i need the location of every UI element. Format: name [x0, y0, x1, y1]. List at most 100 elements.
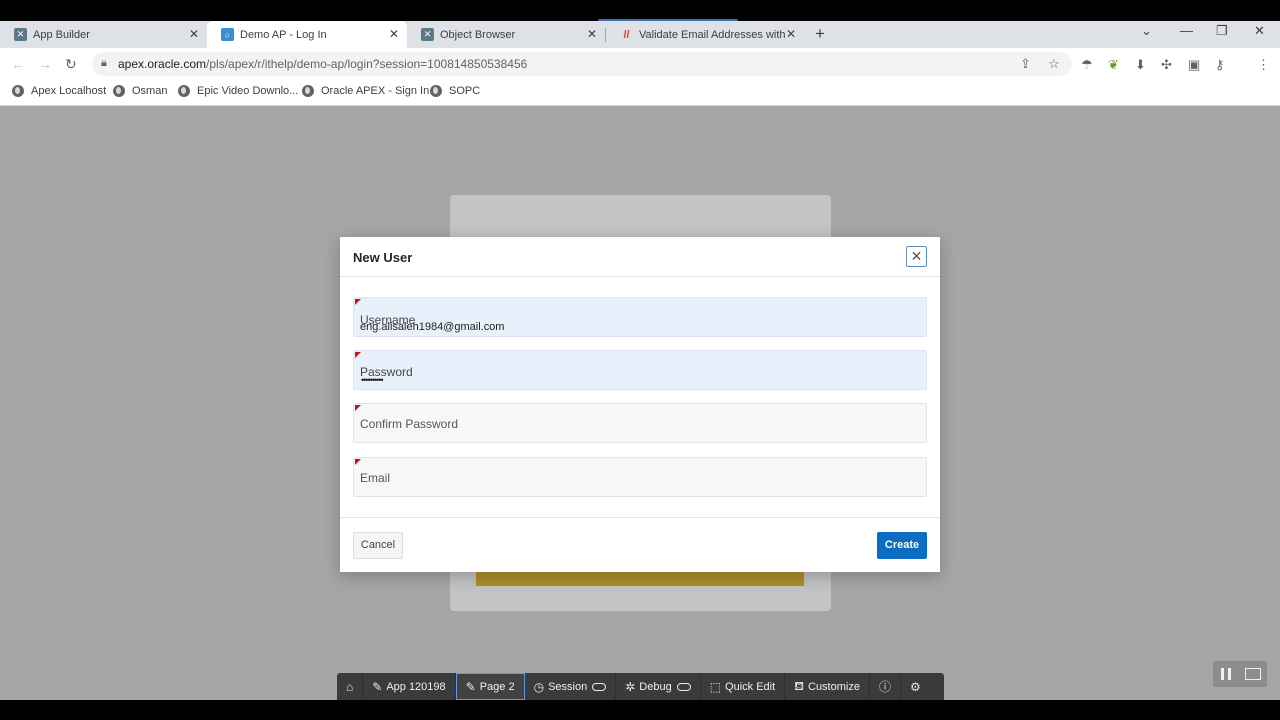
- bookmark-label: Osman: [132, 85, 168, 97]
- bookmarks-bar: Apex Localhost Osman Epic Video Downlo..…: [0, 81, 1280, 106]
- page-button[interactable]: ✎ Page 2: [455, 673, 525, 700]
- globe-icon: [302, 85, 314, 97]
- bookmark-label: SOPC: [449, 85, 481, 97]
- quick-edit-label: Quick Edit: [725, 680, 776, 693]
- session-label: Session: [548, 680, 588, 693]
- home-icon: ⌂: [346, 679, 354, 694]
- video-player-controls[interactable]: [1213, 661, 1267, 687]
- dialog-title: New User: [353, 250, 413, 265]
- bookmark-epic-video[interactable]: Epic Video Downlo...: [178, 85, 298, 97]
- page-edit-icon: ✎: [465, 679, 476, 694]
- page-label: Page 2: [479, 680, 515, 693]
- browser-toolbar: ← → ↻ 🔒︎ apex.oracle.com/pls/apex/r/ithe…: [0, 48, 1280, 81]
- home-button[interactable]: ⌂: [337, 673, 364, 700]
- forward-arrow-icon[interactable]: →: [38, 56, 52, 72]
- screen-icon: [1245, 668, 1261, 680]
- leaf-extension-icon[interactable]: ❦: [1108, 57, 1119, 73]
- bookmark-oracle-apex[interactable]: Oracle APEX - Sign In: [302, 85, 429, 97]
- restore-icon[interactable]: ❐: [1216, 23, 1228, 39]
- tab-search-chevron-icon[interactable]: ⌄: [1141, 23, 1152, 39]
- apex-builder-icon: ✕: [421, 28, 434, 41]
- bookmark-osman[interactable]: Osman: [113, 85, 167, 97]
- globe-icon: [178, 85, 190, 97]
- close-icon[interactable]: ✕: [189, 27, 199, 41]
- bug-icon: ✲: [625, 679, 636, 694]
- new-user-dialog: New User ✕ Username eng.alisaleh1984@gma…: [340, 237, 940, 572]
- password-field[interactable]: Password ••••••••••: [353, 350, 927, 390]
- close-icon[interactable]: ✕: [587, 27, 597, 41]
- username-value: eng.alisaleh1984@gmail.com: [360, 321, 505, 333]
- session-toggle-icon: [592, 682, 607, 691]
- required-marker-icon: [355, 299, 361, 305]
- paint-roller-icon: ⛾: [794, 678, 804, 693]
- bookmark-label: Epic Video Downlo...: [197, 85, 299, 97]
- minimize-icon[interactable]: —: [1180, 23, 1193, 38]
- url-host: apex.oracle.com: [118, 57, 207, 71]
- customize-label: Customize: [808, 680, 860, 693]
- pause-icon: [1221, 668, 1231, 680]
- email-field[interactable]: Email: [353, 457, 927, 497]
- required-marker-icon: [355, 405, 361, 411]
- customize-button[interactable]: ⛾ Customize: [785, 673, 870, 700]
- confirm-password-field[interactable]: Confirm Password: [353, 403, 927, 443]
- tab-title: Demo AP - Log In: [240, 28, 327, 41]
- globe-icon: [430, 85, 442, 97]
- required-marker-icon: [355, 459, 361, 465]
- page-content: New User ✕ Username eng.alisaleh1984@gma…: [0, 106, 1280, 700]
- debug-label: Debug: [639, 680, 672, 693]
- bookmark-star-icon[interactable]: ☆: [1048, 56, 1060, 72]
- quick-edit-button[interactable]: ⬚ Quick Edit: [701, 673, 786, 700]
- umbrella-extension-icon[interactable]: ☂: [1081, 57, 1093, 73]
- close-icon[interactable]: ✕: [389, 27, 399, 41]
- tab-demo-ap-login[interactable]: ○ Demo AP - Log In ✕: [207, 21, 407, 48]
- window-close-icon[interactable]: ✕: [1254, 23, 1265, 39]
- dialog-footer: Cancel Create: [340, 517, 940, 572]
- tab-title: Validate Email Addresses with Re: [639, 28, 785, 41]
- address-bar[interactable]: 🔒︎ apex.oracle.com/pls/apex/r/ithelp/dem…: [92, 52, 1072, 76]
- kebab-menu-icon[interactable]: ⋮: [1257, 57, 1270, 73]
- tab-validate-email[interactable]: // Validate Email Addresses with Re ✕: [606, 21, 804, 48]
- url-text: apex.oracle.com/pls/apex/r/ithelp/demo-a…: [118, 57, 527, 71]
- email-label: Email: [360, 471, 391, 485]
- download-icon[interactable]: ⬇: [1135, 57, 1146, 73]
- lock-icon: 🔒︎: [101, 57, 107, 69]
- app-button[interactable]: ✎ App 120198: [363, 673, 456, 700]
- browser-tabstrip: ✕ App Builder ✕ ○ Demo AP - Log In ✕ ✕ O…: [0, 21, 1280, 48]
- new-tab-icon[interactable]: +: [815, 24, 825, 44]
- side-panel-icon[interactable]: ▣: [1188, 57, 1200, 73]
- share-icon[interactable]: ⇪: [1020, 56, 1031, 72]
- required-marker-icon: [355, 352, 361, 358]
- session-button[interactable]: ◷ Session: [525, 673, 617, 700]
- tab-object-browser[interactable]: ✕ Object Browser ✕: [407, 21, 605, 48]
- username-field[interactable]: Username eng.alisaleh1984@gmail.com: [353, 297, 927, 337]
- debug-button[interactable]: ✲ Debug: [616, 673, 701, 700]
- screen: ✕ App Builder ✕ ○ Demo AP - Log In ✕ ✕ O…: [0, 0, 1280, 720]
- back-arrow-icon[interactable]: ←: [11, 56, 25, 72]
- edit-icon: ✎: [372, 679, 383, 694]
- slashes-icon: //: [623, 28, 630, 41]
- settings-button[interactable]: ⚙: [901, 673, 930, 700]
- close-icon[interactable]: ✕: [786, 27, 796, 41]
- puzzle-extensions-icon[interactable]: ✣: [1161, 57, 1172, 73]
- dialog-close-button[interactable]: ✕: [906, 246, 927, 267]
- create-button[interactable]: Create: [877, 532, 927, 559]
- tab-title: Object Browser: [440, 28, 516, 41]
- bookmark-label: Oracle APEX - Sign In: [321, 85, 430, 97]
- tab-title: App Builder: [33, 28, 90, 41]
- info-button[interactable]: ⓘ: [870, 673, 901, 700]
- key-icon[interactable]: ⚷: [1215, 57, 1225, 73]
- apex-app-icon: ○: [221, 28, 234, 41]
- cancel-button[interactable]: Cancel: [353, 532, 403, 559]
- globe-icon: [113, 85, 125, 97]
- cursor-icon: ⬚: [709, 679, 722, 694]
- tab-app-builder[interactable]: ✕ App Builder ✕: [0, 21, 207, 48]
- globe-icon: [12, 85, 24, 97]
- url-path: /pls/apex/r/ithelp/demo-ap/login?session…: [206, 57, 528, 71]
- letterbox-bottom: [0, 700, 1280, 720]
- reload-icon[interactable]: ↻: [65, 56, 77, 73]
- confirm-password-label: Confirm Password: [360, 417, 459, 431]
- debug-toggle-icon: [676, 682, 691, 691]
- bookmark-sopc[interactable]: SOPC: [430, 85, 480, 97]
- apex-developer-toolbar: ⌂ ✎ App 120198 ✎ Page 2 ◷ Session ✲ Debug ⬚ Q…: [337, 673, 944, 700]
- bookmark-apex-localhost[interactable]: Apex Localhost: [12, 85, 106, 97]
